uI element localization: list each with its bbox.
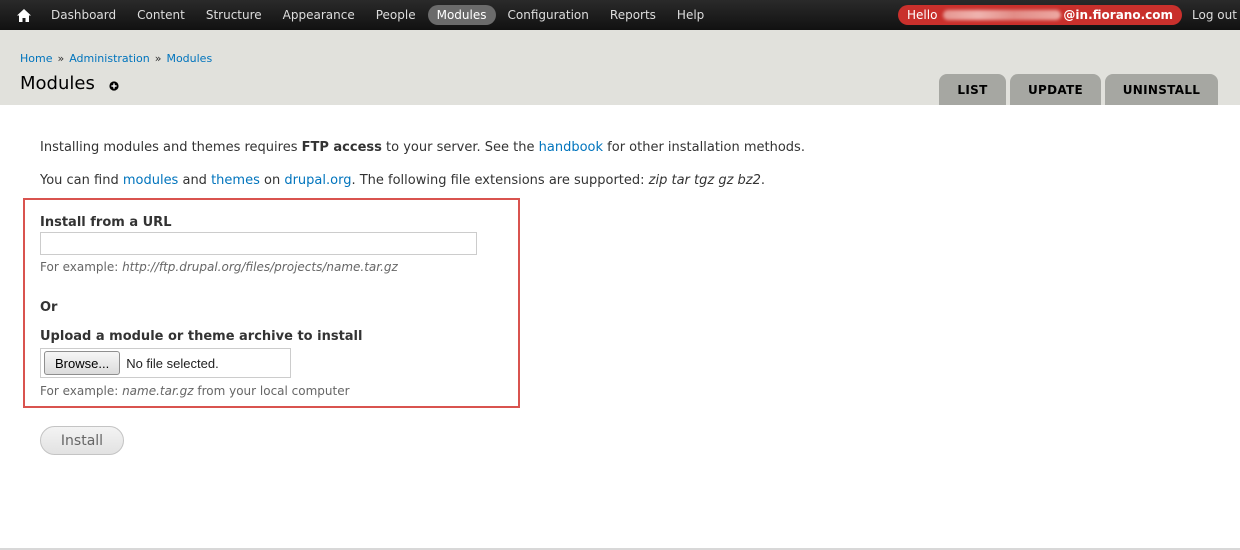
home-icon (17, 8, 31, 22)
breadcrumb-modules[interactable]: Modules (166, 52, 212, 65)
breadcrumb: Home » Administration » Modules (20, 52, 212, 65)
tab-update[interactable]: UPDATE (1010, 74, 1101, 105)
url-help-example: http://ftp.drupal.org/files/projects/nam… (122, 260, 398, 274)
menu-dashboard[interactable]: Dashboard (42, 5, 125, 25)
upload-label: Upload a module or theme archive to inst… (40, 329, 363, 344)
upload-help: For example: name.tar.gz from your local… (40, 384, 350, 398)
secondary-tabs: LIST UPDATE UNINSTALL (939, 74, 1218, 105)
install-url-input[interactable] (40, 232, 477, 255)
ftp-notice-text: Installing modules and themes requires (40, 140, 302, 155)
menu-appearance[interactable]: Appearance (274, 5, 364, 25)
extensions-text: . (760, 173, 766, 188)
add-shortcut-icon[interactable] (109, 81, 119, 91)
admin-toolbar: Dashboard Content Structure Appearance P… (0, 0, 1240, 30)
menu-structure[interactable]: Structure (197, 5, 271, 25)
menu-modules[interactable]: Modules (427, 5, 496, 25)
page-header: Home » Administration » Modules Modules LIST… (0, 30, 1240, 105)
ftp-notice-text: to your server. See the (381, 140, 539, 155)
extensions-text: and (178, 173, 212, 188)
redacted-username (943, 10, 1062, 20)
upload-help-prefix: For example: (40, 384, 123, 398)
ftp-notice-text: for other installation methods. (603, 140, 805, 155)
ftp-notice: Installing modules and themes requires F… (40, 140, 805, 155)
upload-help-suffix: from your local computer (193, 384, 350, 398)
ftp-access-bold: FTP access (301, 140, 382, 155)
handbook-link[interactable]: handbook (539, 140, 603, 155)
user-domain: @in.fiorano.com (1063, 8, 1173, 22)
menu-configuration[interactable]: Configuration (499, 5, 598, 25)
extensions-text: on (259, 173, 285, 188)
breadcrumb-separator: » (57, 52, 65, 65)
modules-link[interactable]: modules (123, 173, 179, 188)
url-help: For example: http://ftp.drupal.org/files… (40, 260, 398, 274)
browse-button[interactable]: Browse... (44, 351, 121, 375)
tab-list[interactable]: LIST (939, 74, 1006, 105)
user-area: Hello @in.fiorano.com Log out (898, 5, 1237, 25)
breadcrumb-home[interactable]: Home (20, 52, 52, 65)
file-status: No file selected. (126, 355, 219, 371)
extensions-text: You can find (40, 173, 123, 188)
file-upload-input[interactable]: Browse... No file selected. (40, 348, 291, 378)
breadcrumb-administration[interactable]: Administration (69, 52, 150, 65)
extensions-text: . The following file extensions are supp… (351, 173, 649, 188)
themes-link[interactable]: themes (211, 173, 260, 188)
menu-reports[interactable]: Reports (601, 5, 665, 25)
home-link[interactable] (14, 6, 34, 24)
url-label: Install from a URL (40, 215, 172, 230)
toolbar-menu: Dashboard Content Structure Appearance P… (42, 0, 716, 30)
url-help-prefix: For example: (40, 260, 123, 274)
extensions-notice: You can find modules and themes on drupa… (40, 173, 765, 188)
logout-link[interactable]: Log out (1192, 8, 1237, 22)
drupal-org-link[interactable]: drupal.org (284, 173, 351, 188)
page-title: Modules (20, 73, 95, 94)
hello-prefix: Hello (907, 8, 938, 22)
tab-uninstall[interactable]: UNINSTALL (1105, 74, 1218, 105)
menu-people[interactable]: People (367, 5, 425, 25)
user-account-link[interactable]: Hello @in.fiorano.com (898, 5, 1182, 25)
breadcrumb-separator: » (154, 52, 162, 65)
install-button[interactable]: Install (40, 426, 124, 455)
or-label: Or (40, 300, 58, 315)
menu-content[interactable]: Content (128, 5, 194, 25)
menu-help[interactable]: Help (668, 5, 713, 25)
upload-help-example: name.tar.gz (122, 384, 194, 398)
supported-extensions: zip tar tgz gz bz2 (648, 173, 761, 188)
